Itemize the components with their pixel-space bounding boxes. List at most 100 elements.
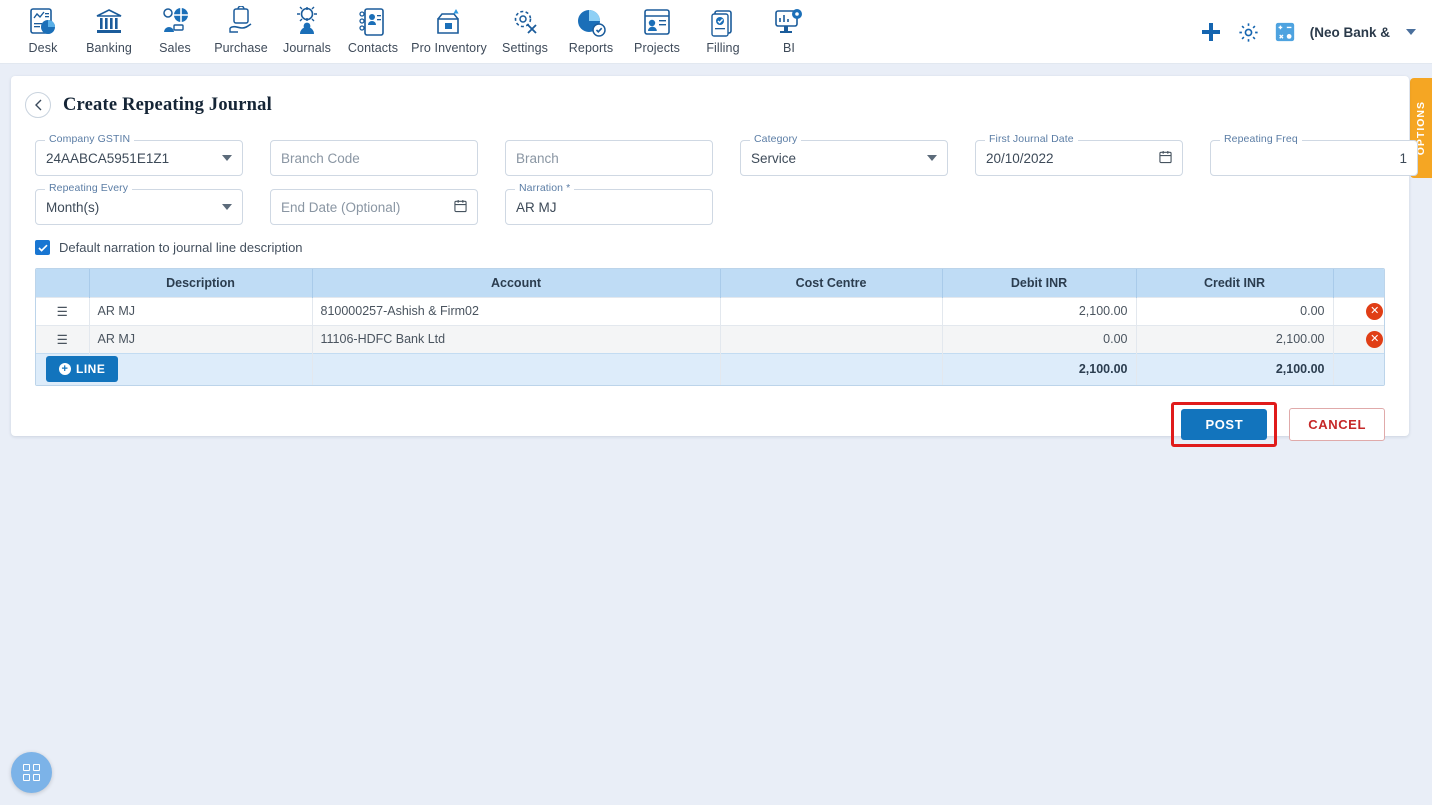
field-label: Narration * (515, 182, 575, 194)
nav-label: Desk (28, 41, 58, 55)
calendar-icon[interactable] (454, 199, 467, 216)
first-journal-date-input[interactable]: First Journal Date 20/10/2022 (975, 133, 1183, 176)
organization-name[interactable]: (Neo Bank & (1310, 25, 1390, 40)
cell-account[interactable]: 810000257-Ashish & Firm02 (312, 296, 721, 325)
branch-code-input[interactable]: Branch Code (270, 140, 478, 176)
apps-grid-fab[interactable] (11, 752, 52, 793)
calendar-icon[interactable] (1159, 150, 1172, 167)
field-label: Repeating Freq (1220, 133, 1302, 145)
chevron-down-icon[interactable] (927, 155, 937, 161)
cell-actions: ✕ (1333, 296, 1384, 325)
bi-icon (775, 9, 802, 33)
nav-item-bi[interactable]: BI (756, 0, 822, 55)
nav-label: Pro Inventory (411, 41, 487, 55)
grid-cell (23, 764, 30, 771)
projects-icon (644, 9, 670, 35)
narration-input[interactable]: Narration * AR MJ (505, 182, 713, 225)
grid-cell (33, 764, 40, 771)
nav-item-banking[interactable]: Banking (76, 0, 142, 55)
plus-icon[interactable] (1199, 20, 1223, 44)
nav-right-actions: (Neo Bank & (1199, 0, 1432, 64)
journal-form: Company GSTIN 24AABCA5951E1Z1 Branch Cod… (11, 128, 1418, 238)
nav-item-sales[interactable]: Sales (142, 0, 208, 55)
grid-cell (23, 774, 30, 781)
nav-item-pro-inventory[interactable]: Pro Inventory (406, 0, 492, 55)
dashboard-icon (30, 8, 55, 34)
gear-icon[interactable] (1237, 21, 1260, 44)
cell-description[interactable]: AR MJ (89, 296, 313, 325)
drag-handle-icon[interactable]: ☰ (36, 324, 90, 353)
field-value: 20/10/2022 (986, 150, 1054, 166)
nav-item-purchase[interactable]: Purchase (208, 0, 274, 55)
default-narration-checkbox-row[interactable]: Default narration to journal line descri… (35, 240, 1409, 255)
back-button[interactable] (25, 92, 51, 118)
nav-item-projects[interactable]: Projects (624, 0, 690, 55)
cell-actions: ✕ (1333, 324, 1384, 353)
page-title: Create Repeating Journal (63, 94, 272, 115)
journal-lines-table: Description Account Cost Centre Debit IN… (35, 268, 1385, 386)
grid-cell (33, 774, 40, 781)
field-value: 24AABCA5951E1Z1 (46, 150, 170, 166)
form-actions: POST CANCEL (11, 386, 1409, 447)
delete-icon[interactable]: ✕ (1366, 330, 1384, 348)
filling-icon (711, 10, 732, 37)
nav-label: Projects (634, 41, 680, 55)
end-date-input[interactable]: End Date (Optional) (270, 189, 478, 225)
default-narration-checkbox[interactable] (35, 240, 50, 255)
nav-label: Contacts (347, 41, 399, 55)
cell-cost-centre[interactable] (720, 324, 943, 353)
col-account: Account (312, 269, 721, 297)
nav-label: Banking (86, 41, 132, 55)
company-gstin-select[interactable]: Company GSTIN 24AABCA5951E1Z1 (35, 133, 243, 176)
totals-debit: 2,100.00 (942, 352, 1137, 385)
col-actions (1333, 269, 1384, 297)
nav-item-journals[interactable]: Journals (274, 0, 340, 55)
nav-item-reports[interactable]: Reports (558, 0, 624, 55)
nav-item-contacts[interactable]: Contacts (340, 0, 406, 55)
calculator-icon[interactable] (1274, 21, 1296, 43)
post-button[interactable]: POST (1181, 409, 1268, 440)
add-line-label: LINE (76, 362, 106, 377)
field-label: Company GSTIN (45, 133, 135, 145)
post-button-highlight: POST (1171, 402, 1278, 447)
plus-icon: + (59, 363, 71, 376)
nav-label: Journals (282, 41, 332, 55)
chevron-down-icon[interactable] (222, 155, 232, 161)
delete-icon[interactable]: ✕ (1366, 302, 1384, 320)
nav-label: Sales (159, 41, 191, 55)
col-cost-centre: Cost Centre (720, 269, 943, 297)
chevron-down-icon[interactable] (1406, 29, 1416, 35)
sales-icon (163, 8, 188, 32)
field-placeholder: End Date (Optional) (281, 199, 401, 215)
cell-debit[interactable]: 2,100.00 (942, 296, 1137, 325)
repeating-every-select[interactable]: Repeating Every Month(s) (35, 182, 243, 225)
field-value: Month(s) (46, 199, 100, 215)
inventory-icon (437, 9, 459, 34)
add-line-button[interactable]: + LINE (46, 356, 119, 383)
drag-handle-icon[interactable]: ☰ (36, 296, 90, 325)
cancel-button[interactable]: CANCEL (1289, 408, 1385, 441)
col-credit: Credit INR (1136, 269, 1334, 297)
cell-cost-centre[interactable] (720, 296, 943, 325)
reports-icon (578, 10, 606, 37)
top-navigation-bar: Desk Banking Sales Purchase Journals Con… (0, 0, 1432, 64)
category-select[interactable]: Category Service (740, 133, 948, 176)
col-handle (36, 269, 90, 297)
nav-item-desk[interactable]: Desk (10, 0, 76, 55)
page-header: Create Repeating Journal (11, 76, 1409, 118)
cell-credit[interactable]: 2,100.00 (1136, 324, 1334, 353)
nav-label: BI (782, 41, 795, 55)
cell-account[interactable]: 11106-HDFC Bank Ltd (312, 324, 721, 353)
checkbox-label: Default narration to journal line descri… (59, 240, 303, 255)
table-row[interactable]: ☰ AR MJ 810000257-Ashish & Firm02 2,100.… (36, 296, 1384, 325)
nav-item-settings[interactable]: Settings (492, 0, 558, 55)
cell-description[interactable]: AR MJ (89, 324, 313, 353)
cell-credit[interactable]: 0.00 (1136, 296, 1334, 325)
nav-item-filling[interactable]: Filling (690, 0, 756, 55)
table-row[interactable]: ☰ AR MJ 11106-HDFC Bank Ltd 0.00 2,100.0… (36, 324, 1384, 353)
repeating-freq-input[interactable]: Repeating Freq 1 (1210, 133, 1418, 176)
branch-input[interactable]: Branch (505, 140, 713, 176)
cell-debit[interactable]: 0.00 (942, 324, 1137, 353)
nav-items: Desk Banking Sales Purchase Journals Con… (0, 0, 822, 55)
chevron-down-icon[interactable] (222, 204, 232, 210)
